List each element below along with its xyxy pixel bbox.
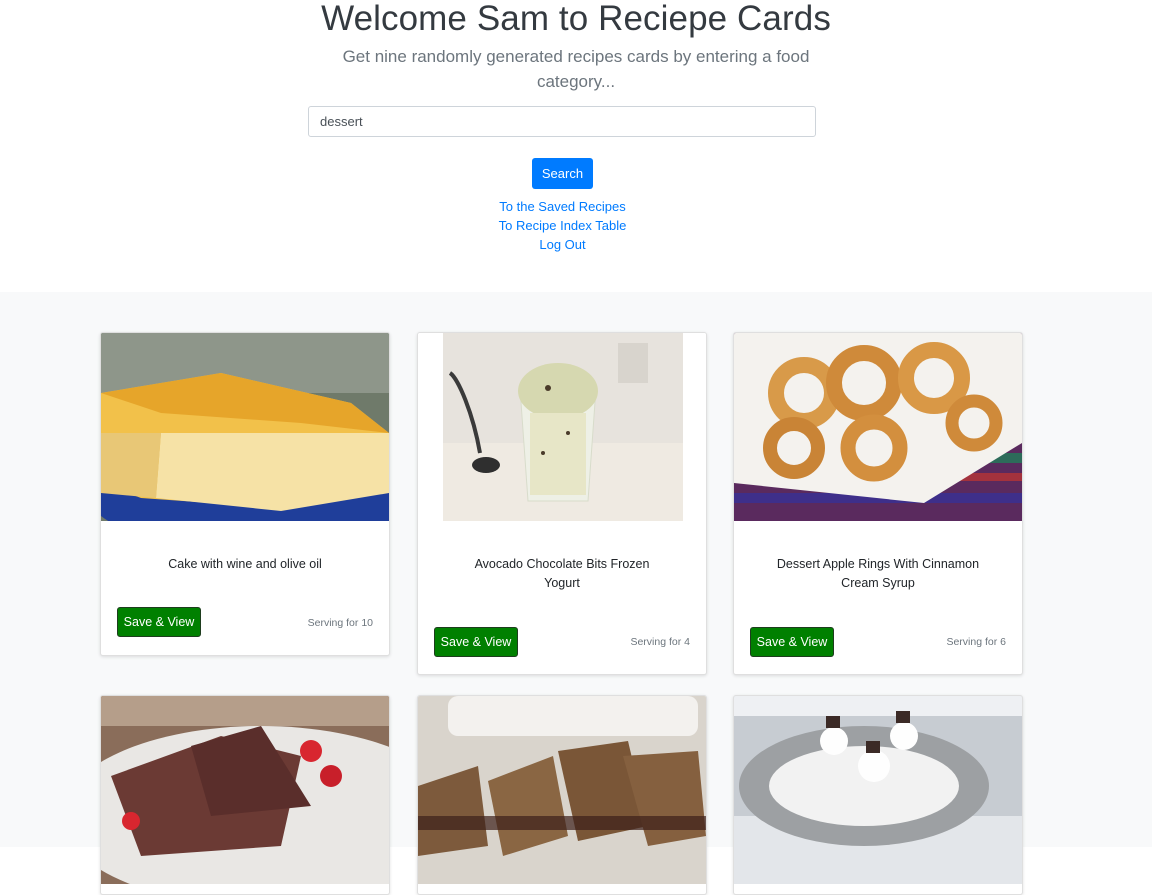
serving-text: Serving for 10 <box>307 617 373 629</box>
recipe-card <box>417 695 707 895</box>
save-view-button[interactable]: Save & View <box>434 627 518 657</box>
serving-text: Serving for 6 <box>946 636 1006 648</box>
logout-link[interactable]: Log Out <box>0 235 1125 254</box>
save-view-button[interactable]: Save & View <box>750 627 834 657</box>
recipe-card <box>100 695 390 895</box>
recipe-card: Dessert Apple Rings With Cinnamon Cream … <box>733 332 1023 675</box>
recipe-card <box>733 695 1023 895</box>
recipe-image <box>734 333 1022 521</box>
recipe-image <box>734 696 1022 884</box>
serving-text: Serving for 4 <box>630 636 690 648</box>
hero-section: Welcome Sam to Reciepe Cards Get nine ra… <box>0 0 1152 292</box>
page-subtitle: Get nine randomly generated recipes card… <box>342 47 810 91</box>
page-title: Welcome Sam to Reciepe Cards <box>321 0 831 38</box>
recipe-image <box>418 696 706 884</box>
recipe-card: Cake with wine and olive oil Save & View… <box>100 332 390 656</box>
recipe-image <box>101 696 389 884</box>
recipe-title: Dessert Apple Rings With Cinnamon Cream … <box>776 557 980 590</box>
saved-recipes-link[interactable]: To the Saved Recipes <box>0 197 1125 216</box>
search-button[interactable]: Search <box>532 158 593 189</box>
search-input[interactable]: dessert <box>308 106 816 137</box>
recipe-card: Avocado Chocolate Bits Frozen Yogurt Sav… <box>417 332 707 675</box>
recipe-title: Avocado Chocolate Bits Frozen Yogurt <box>474 557 650 590</box>
recipe-album: Cake with wine and olive oil Save & View… <box>0 292 1152 895</box>
recipe-image <box>418 333 706 521</box>
recipe-image <box>101 333 389 521</box>
recipe-index-link[interactable]: To Recipe Index Table <box>0 216 1125 235</box>
save-view-button[interactable]: Save & View <box>117 607 201 637</box>
recipe-title: Cake with wine and olive oil <box>168 557 322 571</box>
nav-links: To the Saved Recipes To Recipe Index Tab… <box>0 197 1125 254</box>
